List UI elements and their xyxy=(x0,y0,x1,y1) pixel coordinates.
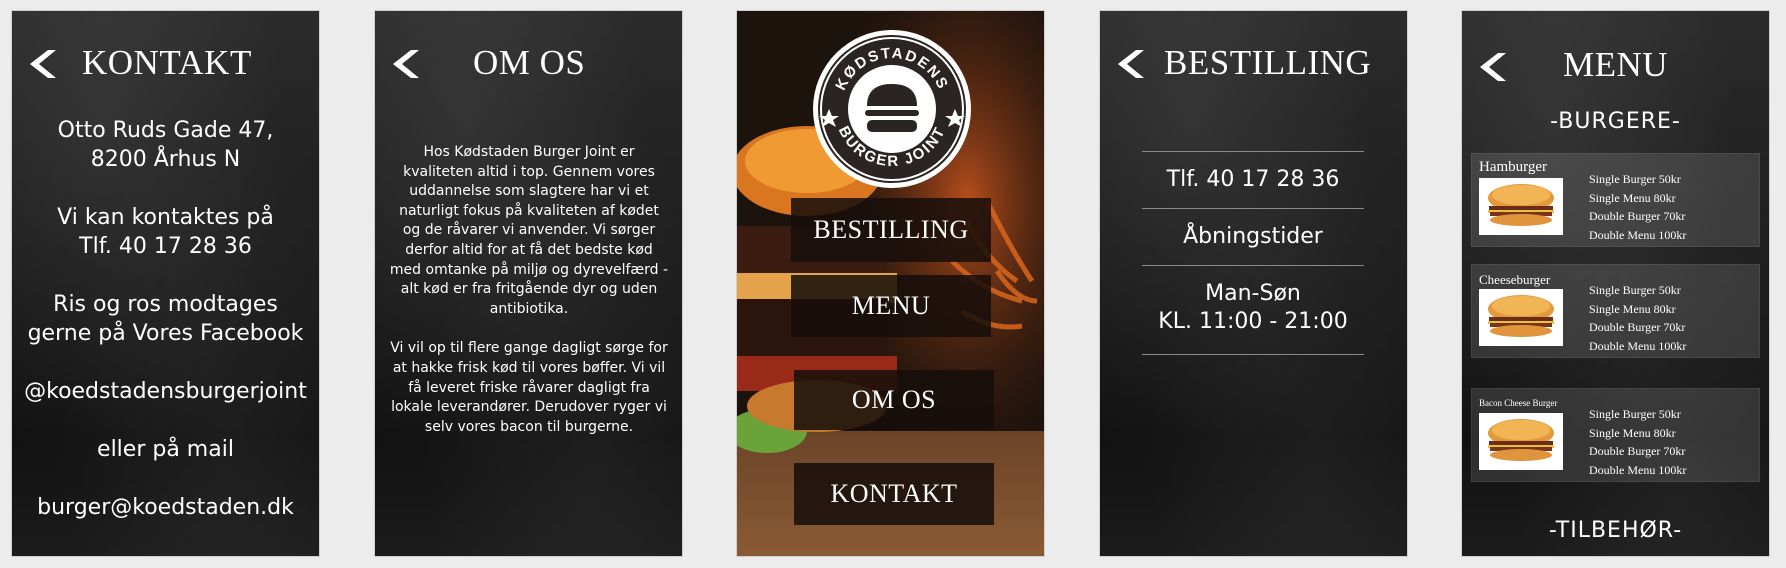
menu-item-name: Bacon Cheese Burger xyxy=(1479,398,1558,408)
nav-button-kontakt[interactable]: KONTAKT xyxy=(794,463,994,525)
price-line: Double Menu 100kr xyxy=(1589,338,1687,353)
price-line: Single Burger 50kr xyxy=(1589,407,1681,421)
price-line: Double Menu 100kr xyxy=(1589,462,1687,477)
menu-item-card[interactable]: Cheeseburger Single Burger 50kr Single M… xyxy=(1472,265,1759,357)
nav-button-bestilling[interactable]: BESTILLING xyxy=(791,198,991,262)
about-paragraph: Vi vil op til flere gange dagligt sørge … xyxy=(390,340,668,435)
price-line: Double Burger 70kr xyxy=(1589,320,1686,334)
contact-info: Otto Ruds Gade 47, 8200 Århus N Vi kan k… xyxy=(12,116,319,522)
about-paragraph: Hos Kødstaden Burger Joint er kvaliteten… xyxy=(389,144,669,317)
price-line: Double Burger 70kr xyxy=(1589,209,1686,223)
email-link[interactable]: burger@koedstaden.dk xyxy=(12,493,319,522)
menu-screen: MENU -BURGERE- Hamburger Single Burger 5… xyxy=(1462,11,1769,556)
price-line: Single Menu 80kr xyxy=(1589,190,1676,205)
menu-item-card[interactable]: Bacon Cheese Burger Single Burger 50kr S… xyxy=(1472,389,1759,481)
feedback-text: gerne på Vores Facebook xyxy=(27,321,304,346)
page-title: KONTAKT xyxy=(82,43,252,82)
nav-button-om-os[interactable]: OM OS xyxy=(794,370,994,430)
about-text: Hos Kødstaden Burger Joint er kvaliteten… xyxy=(389,143,669,457)
contact-intro: Vi kan kontaktes på xyxy=(57,205,274,230)
order-info: Tlf. 40 17 28 36 Åbningstider Man-Søn KL… xyxy=(1142,151,1364,355)
back-arrow-icon[interactable] xyxy=(26,47,60,81)
price-line: Single Menu 80kr xyxy=(1589,425,1676,440)
order-screen: BESTILLING Tlf. 40 17 28 36 Åbningstider… xyxy=(1100,11,1407,556)
price-line: Double Menu 100kr xyxy=(1589,227,1687,242)
phone-link[interactable]: Tlf. 40 17 28 36 xyxy=(1142,151,1364,208)
nav-button-menu[interactable]: MENU xyxy=(791,275,991,337)
opening-times: KL. 11:00 - 21:00 xyxy=(1158,309,1348,334)
feedback-text: Ris og ros modtages xyxy=(53,292,278,317)
opening-hours-label: Åbningstider xyxy=(1142,208,1364,265)
opening-days: Man-Søn xyxy=(1205,281,1301,306)
section-heading-burgers: -BURGERE- xyxy=(1550,109,1681,134)
section-heading-sides: -TILBEHØR- xyxy=(1548,518,1683,543)
back-arrow-icon[interactable] xyxy=(389,47,423,81)
mail-intro: eller på mail xyxy=(97,437,234,462)
home-screen: KØDSTADENS BURGER JOINT BESTILLING MENU … xyxy=(737,11,1044,556)
about-screen: OM OS Hos Kødstaden Burger Joint er kval… xyxy=(375,11,682,556)
back-arrow-icon[interactable] xyxy=(1476,50,1510,84)
facebook-link[interactable]: @koedstadensburgerjoint xyxy=(12,377,319,406)
burger-image xyxy=(1479,413,1563,470)
price-list: Single Burger 50kr Single Menu 80kr Doub… xyxy=(1589,170,1686,244)
price-list: Single Burger 50kr Single Menu 80kr Doub… xyxy=(1589,281,1686,355)
page-title: OM OS xyxy=(473,43,586,82)
price-line: Single Burger 50kr xyxy=(1589,172,1681,186)
back-arrow-icon[interactable] xyxy=(1114,47,1148,81)
opening-hours: Man-Søn KL. 11:00 - 21:00 xyxy=(1142,265,1364,355)
price-line: Single Burger 50kr xyxy=(1589,283,1681,297)
burger-image xyxy=(1479,289,1563,346)
page-title: BESTILLING xyxy=(1164,43,1372,82)
price-list: Single Burger 50kr Single Menu 80kr Doub… xyxy=(1589,405,1686,479)
address-line: 8200 Århus N xyxy=(90,147,241,172)
address-line: Otto Ruds Gade 47, xyxy=(57,118,274,143)
phone-link[interactable]: Tlf. 40 17 28 36 xyxy=(12,232,319,261)
restaurant-logo: KØDSTADENS BURGER JOINT xyxy=(813,30,971,188)
price-line: Double Burger 70kr xyxy=(1589,444,1686,458)
page-title: MENU xyxy=(1563,45,1669,84)
burger-image xyxy=(1479,178,1563,235)
menu-item-card[interactable]: Hamburger Single Burger 50kr Single Menu… xyxy=(1472,154,1759,246)
menu-item-name: Cheeseburger xyxy=(1479,272,1551,287)
price-line: Single Menu 80kr xyxy=(1589,301,1676,316)
menu-item-name: Hamburger xyxy=(1479,159,1548,175)
contact-screen: KONTAKT Otto Ruds Gade 47, 8200 Århus N … xyxy=(12,11,319,556)
